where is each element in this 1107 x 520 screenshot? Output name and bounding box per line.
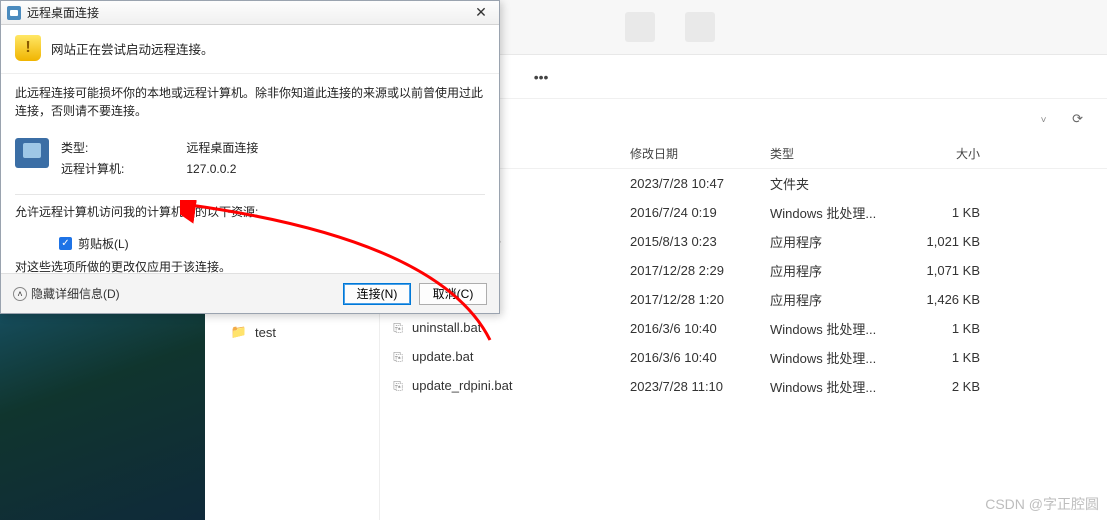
dialog-footer: ˄ 隐藏详细信息(D) 连接(N) 取消(C) (1, 273, 499, 313)
file-size: 1 KB (900, 350, 980, 365)
nav-item[interactable]: 📁 test (205, 319, 379, 345)
file-type: Windows 批处理... (770, 319, 900, 338)
collapse-arrow-icon: ˄ (13, 287, 27, 301)
watermark: CSDN @字正腔圆 (985, 494, 1099, 514)
checkbox-checked-icon[interactable]: ✓ (59, 237, 72, 250)
document-icon (625, 12, 655, 42)
separator (15, 194, 485, 195)
file-size: 1,071 KB (900, 263, 980, 278)
file-size: 1 KB (900, 205, 980, 220)
rdp-dialog: 远程桌面连接 ✕ ! 网站正在尝试启动远程连接。 此远程连接可能损坏你的本地或远… (0, 0, 500, 314)
file-date: 2017/12/28 1:20 (630, 292, 770, 307)
rdp-icon (7, 6, 21, 20)
dialog-info: 类型:远程桌面连接 远程计算机:127.0.0.2 (15, 130, 485, 190)
dialog-title: 远程桌面连接 (27, 4, 467, 21)
file-date: 2016/7/24 0:19 (630, 205, 770, 220)
clipboard-label: 剪贴板(L) (78, 235, 129, 252)
file-name: ⎘update.bat (390, 349, 630, 366)
hide-detail-label: 隐藏详细信息(D) (31, 285, 120, 302)
file-size: 2 KB (900, 379, 980, 394)
type-value: 远程桌面连接 (132, 138, 264, 157)
close-button[interactable]: ✕ (467, 4, 495, 22)
file-row[interactable]: ⎘uninstall.bat2016/3/6 10:40Windows 批处理.… (380, 314, 1107, 343)
refresh-button[interactable]: ˅ ⟳ (1041, 111, 1097, 127)
bat-icon: ⎘ (390, 379, 406, 395)
file-date: 2016/3/6 10:40 (630, 321, 770, 336)
file-type: 应用程序 (770, 232, 900, 251)
dialog-titlebar[interactable]: 远程桌面连接 ✕ (1, 1, 499, 25)
dialog-body-text: 此远程连接可能损坏你的本地或远程计算机。除非你知道此连接的来源或以前曾使用过此连… (15, 84, 485, 120)
file-size: 1,426 KB (900, 292, 980, 307)
file-name: ⎘update_rdpini.bat (390, 378, 630, 395)
type-label: 类型: (61, 138, 130, 157)
refresh-icon: ⟳ (1072, 111, 1083, 126)
col-size[interactable]: 大小 (900, 145, 980, 162)
file-type: Windows 批处理... (770, 348, 900, 367)
ellipsis-icon: ••• (534, 69, 549, 85)
more-button[interactable]: ••• (528, 65, 555, 89)
connect-button[interactable]: 连接(N) (343, 283, 411, 305)
file-date: 2023/7/28 11:10 (630, 379, 770, 394)
computer-icon (15, 138, 49, 168)
shield-warning-icon: ! (15, 35, 41, 61)
dialog-warning-row: ! 网站正在尝试启动远程连接。 (1, 25, 499, 74)
dialog-warning-text: 网站正在尝试启动远程连接。 (51, 39, 214, 58)
dialog-body: 此远程连接可能损坏你的本地或远程计算机。除非你知道此连接的来源或以前曾使用过此连… (1, 74, 499, 296)
nav-icon: 📁 (231, 324, 247, 340)
host-value: 127.0.0.2 (132, 159, 264, 178)
hide-detail-button[interactable]: ˄ 隐藏详细信息(D) (13, 285, 120, 302)
file-type: 文件夹 (770, 174, 900, 193)
file-date: 2016/3/6 10:40 (630, 350, 770, 365)
close-icon: ✕ (475, 4, 487, 21)
file-name: ⎘uninstall.bat (390, 320, 630, 337)
file-type: 应用程序 (770, 290, 900, 309)
nav-label: test (255, 325, 276, 340)
file-type: Windows 批处理... (770, 203, 900, 222)
clipboard-checkbox-row[interactable]: ✓ 剪贴板(L) (15, 231, 485, 258)
bat-icon: ⎘ (390, 321, 406, 337)
file-date: 2015/8/13 0:23 (630, 234, 770, 249)
host-label: 远程计算机: (61, 159, 130, 178)
file-row[interactable]: ⎘update_rdpini.bat2023/7/28 11:10Windows… (380, 372, 1107, 401)
cancel-button[interactable]: 取消(C) (419, 283, 487, 305)
bat-icon: ⎘ (390, 350, 406, 366)
file-type: Windows 批处理... (770, 377, 900, 396)
file-date: 2023/7/28 10:47 (630, 176, 770, 191)
file-size: 1,021 KB (900, 234, 980, 249)
file-size: 1 KB (900, 321, 980, 336)
col-date[interactable]: 修改日期 (630, 145, 770, 162)
resource-label: 允许远程计算机访问我的计算机上的以下资源: (15, 203, 485, 221)
file-row[interactable]: ⎘update.bat2016/3/6 10:40Windows 批处理...1… (380, 343, 1107, 372)
col-type[interactable]: 类型 (770, 145, 900, 162)
document-icon (685, 12, 715, 42)
chevron-down-icon: ˅ (1041, 115, 1047, 126)
file-type: 应用程序 (770, 261, 900, 280)
file-date: 2017/12/28 2:29 (630, 263, 770, 278)
